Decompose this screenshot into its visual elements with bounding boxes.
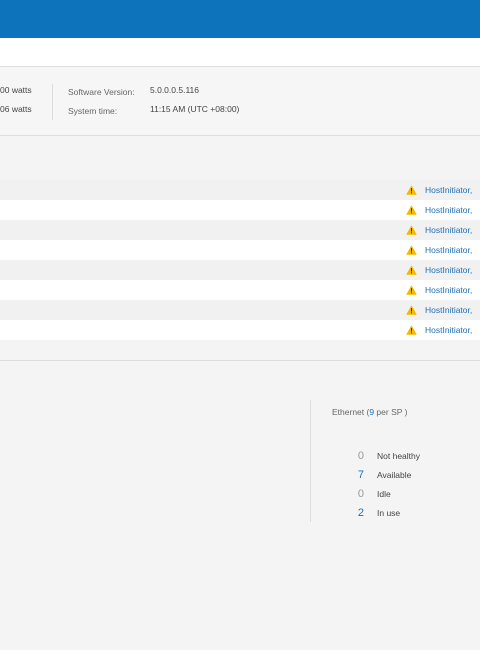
ethernet-stat-not-healthy: 0 Not healthy [340, 450, 480, 464]
warning-icon [406, 225, 417, 235]
stat-label: Idle [377, 489, 391, 499]
alert-link[interactable]: HostInitiator, [425, 185, 472, 195]
ethernet-divider [310, 400, 311, 522]
warning-icon [406, 325, 417, 335]
software-version-label: Software Version: [68, 87, 135, 97]
warning-icon [406, 265, 417, 275]
stat-label: In use [377, 508, 401, 518]
software-version-value: 5.0.0.0.5.116 [150, 85, 199, 95]
warning-icon [406, 245, 417, 255]
alert-row: HostInitiator, [0, 220, 480, 240]
stat-value: 7 [357, 469, 364, 481]
ethernet-stat-in-use: 2 In use [340, 507, 480, 521]
warning-icon [406, 305, 417, 315]
warning-icon [406, 285, 417, 295]
top-header-bar [0, 0, 480, 38]
alerts-list: HostInitiator, HostInitiator, HostInitia… [0, 180, 480, 340]
system-time-label: System time: [68, 106, 118, 116]
sub-header-bar [0, 38, 480, 67]
ethernet-stat-available: 7 Available [340, 469, 480, 483]
stat-label: Available [377, 470, 412, 480]
ethernet-title-prefix: Ethernet ( [332, 407, 370, 417]
stat-value: 0 [357, 450, 364, 462]
alert-link[interactable]: HostInitiator, [425, 245, 472, 255]
stat-value: 0 [357, 488, 364, 500]
power-average-value: 06 watts [0, 104, 32, 114]
section-divider [0, 360, 480, 361]
info-divider [52, 84, 53, 120]
alert-row: HostInitiator, [0, 300, 480, 320]
system-time-value: 11:15 AM (UTC +08:00) [150, 104, 240, 114]
alert-row: HostInitiator, [0, 320, 480, 340]
stat-value: 2 [357, 507, 364, 519]
alert-row: HostInitiator, [0, 180, 480, 200]
alert-row: HostInitiator, [0, 200, 480, 220]
alert-link[interactable]: HostInitiator, [425, 225, 472, 235]
power-current-value: 00 watts [0, 85, 32, 95]
alert-row: HostInitiator, [0, 260, 480, 280]
alert-row: HostInitiator, [0, 240, 480, 260]
alert-link[interactable]: HostInitiator, [425, 205, 472, 215]
stat-label: Not healthy [377, 451, 420, 461]
alert-link[interactable]: HostInitiator, [425, 265, 472, 275]
ethernet-title-suffix: per SP ) [374, 407, 408, 417]
alert-row: HostInitiator, [0, 280, 480, 300]
alert-link[interactable]: HostInitiator, [425, 325, 472, 335]
alert-link[interactable]: HostInitiator, [425, 305, 472, 315]
warning-icon [406, 185, 417, 195]
ethernet-title: Ethernet (9 per SP ) [332, 407, 407, 417]
ethernet-stat-idle: 0 Idle [340, 488, 480, 502]
system-info-panel: 00 watts 06 watts Software Version: 5.0.… [0, 67, 480, 136]
warning-icon [406, 205, 417, 215]
alert-link[interactable]: HostInitiator, [425, 285, 472, 295]
